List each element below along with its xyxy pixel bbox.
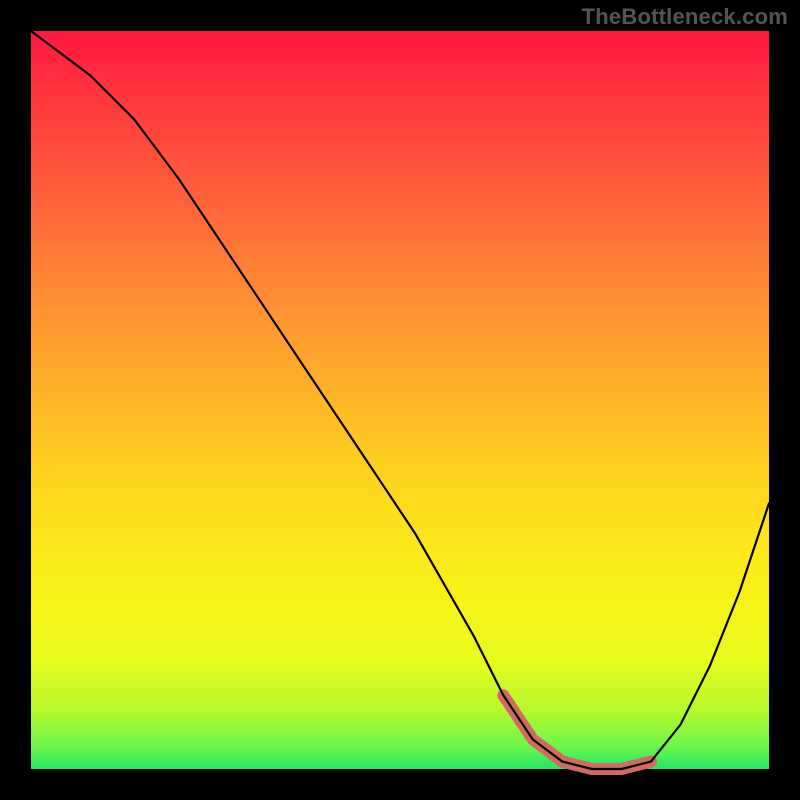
watermark-text: TheBottleneck.com xyxy=(582,4,788,30)
data-curve xyxy=(31,31,769,769)
chart-overlay xyxy=(31,31,769,769)
highlight-segment xyxy=(503,695,651,769)
